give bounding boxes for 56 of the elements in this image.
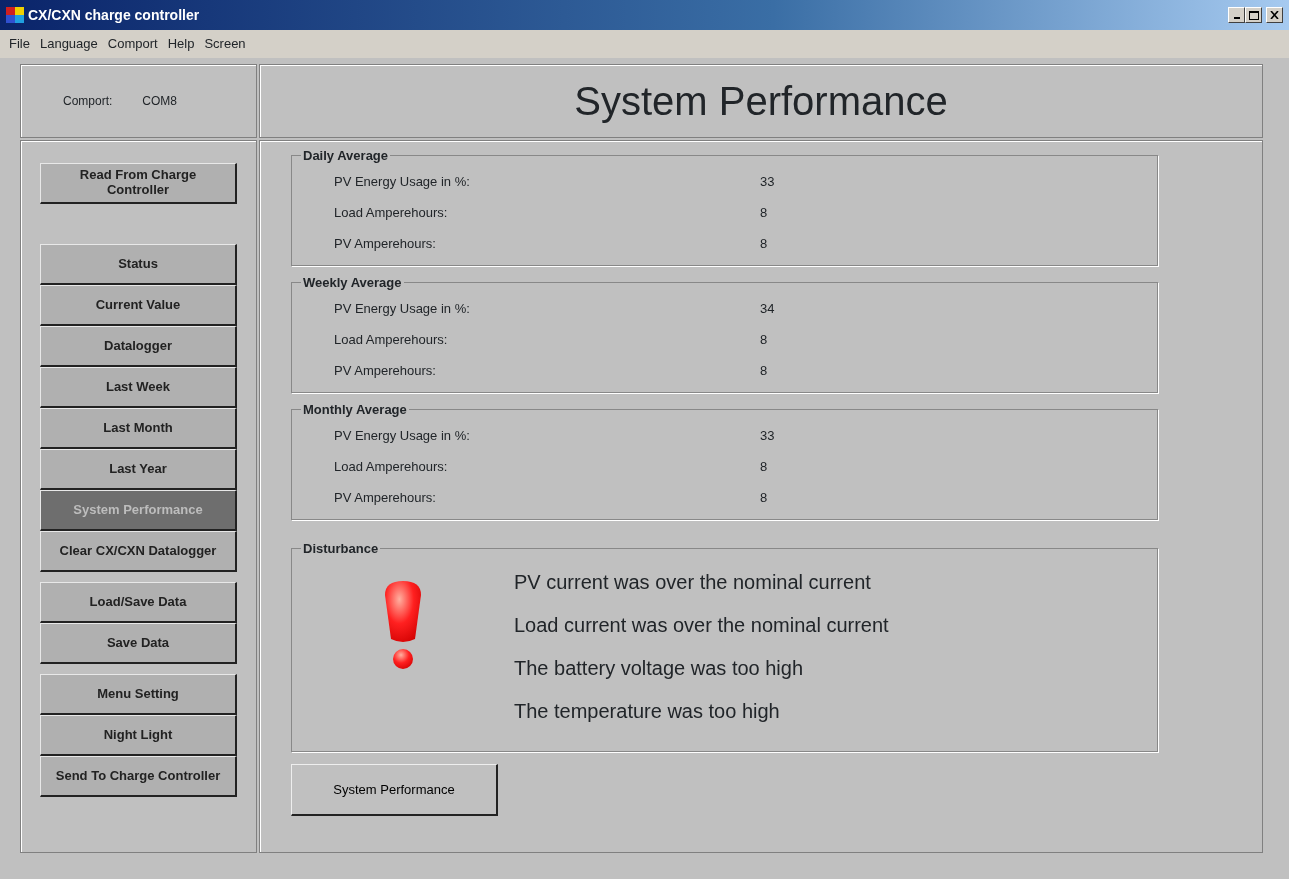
app-icon (6, 7, 24, 23)
menu-item[interactable]: Language (34, 34, 103, 54)
field-label: Load Amperehours: (333, 330, 449, 349)
maximize-button[interactable] (1245, 7, 1262, 23)
field-value: 8 (760, 234, 768, 253)
sidebar-button[interactable]: Night Light (40, 715, 237, 756)
field-label: PV Amperehours: (333, 361, 437, 380)
window-title: CX/CXN charge controller (28, 5, 200, 25)
sidebar-button[interactable]: Read From Charge Controller (40, 163, 237, 204)
sidebar-button[interactable]: Last Month (40, 408, 237, 449)
field-label: PV Energy Usage in %: (333, 426, 471, 445)
sidebar-button[interactable]: Datalogger (40, 326, 237, 367)
sidebar-button[interactable]: Current Value (40, 285, 237, 326)
menu-item[interactable]: Help (162, 34, 200, 54)
field-label: PV Amperehours: (333, 234, 437, 253)
sidebar-button[interactable]: Last Year (40, 449, 237, 490)
maximize-icon (1248, 10, 1259, 20)
menu-item[interactable]: File (4, 34, 35, 54)
section-title: Disturbance (302, 542, 380, 555)
sidebar-button[interactable]: Save Data (40, 623, 237, 664)
field-value: 8 (760, 361, 768, 380)
field-value: 33 (760, 426, 775, 445)
menu-item[interactable]: Screen (199, 34, 251, 54)
field-value: 34 (760, 299, 775, 318)
sidebar-button[interactable]: Status (40, 244, 237, 285)
exclamation-icon (383, 581, 423, 671)
field-value: 8 (760, 488, 768, 507)
field-value: 8 (760, 203, 768, 222)
disturbance-message: PV current was over the nominal current (514, 570, 872, 595)
section-title: Daily Average (302, 149, 390, 162)
close-button[interactable] (1266, 7, 1283, 23)
field-label: PV Amperehours: (333, 488, 437, 507)
sidebar-button[interactable]: Last Week (40, 367, 237, 408)
menu-item[interactable]: Comport (102, 34, 163, 54)
disturbance-message: The battery voltage was too high (514, 656, 805, 681)
sidebar-button[interactable]: Clear CX/CXN Datalogger (40, 531, 237, 572)
disturbance-message: The temperature was too high (514, 699, 781, 724)
field-value: 33 (760, 172, 775, 191)
section-title: Weekly Average (302, 276, 403, 289)
section-title: Monthly Average (302, 403, 408, 416)
field-label: PV Energy Usage in %: (333, 172, 471, 191)
field-label: PV Energy Usage in %: (333, 299, 471, 318)
sidebar-button[interactable]: Menu Setting (40, 674, 237, 715)
comport-value: COM8 (142, 93, 178, 110)
close-icon (1270, 11, 1279, 19)
comport-label: Comport: (63, 93, 113, 110)
sidebar-button[interactable]: Load/Save Data (40, 582, 237, 623)
field-label: Load Amperehours: (333, 203, 449, 222)
minimize-button[interactable] (1228, 7, 1245, 23)
sidebar-button[interactable]: Send To Charge Controller (40, 756, 237, 797)
disturbance-message: Load current was over the nominal current (514, 613, 889, 638)
field-label: Load Amperehours: (333, 457, 449, 476)
system-performance-button[interactable]: System Performance (291, 764, 498, 816)
field-value: 8 (760, 457, 768, 476)
field-value: 8 (760, 330, 768, 349)
page-title: System Performance (574, 78, 948, 125)
